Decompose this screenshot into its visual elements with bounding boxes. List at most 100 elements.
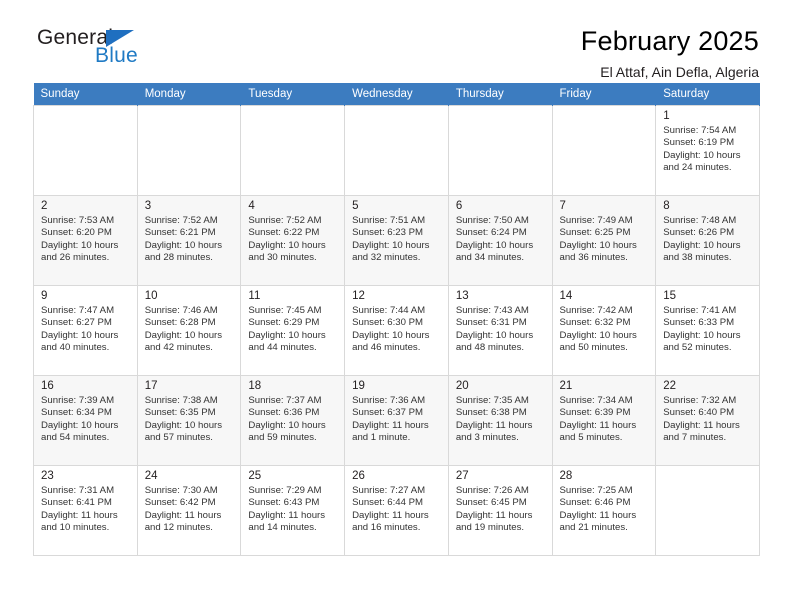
daylight-text-line2: and 32 minutes. <box>352 252 421 264</box>
day-cell[interactable]: 12 Sunrise: 7:44 AM Sunset: 6:30 PM Dayl… <box>344 285 449 376</box>
day-cell[interactable]: 28 Sunrise: 7:25 AM Sunset: 6:46 PM Dayl… <box>551 465 657 556</box>
day-number: 19 <box>352 380 365 392</box>
daylight-text-line2: and 14 minutes. <box>248 522 317 534</box>
sunrise-text: Sunrise: 7:47 AM <box>41 305 115 316</box>
day-number: 6 <box>455 200 463 212</box>
location-subtitle: El Attaf, Ain Defla, Algeria <box>600 64 759 80</box>
day-cell[interactable]: 18 Sunrise: 7:37 AM Sunset: 6:36 PM Dayl… <box>240 375 346 466</box>
daylight-text-line1: Daylight: 11 hours <box>352 419 429 431</box>
daylight-text-line2: and 28 minutes. <box>144 252 213 264</box>
day-cell[interactable]: 27 Sunrise: 7:26 AM Sunset: 6:45 PM Dayl… <box>447 465 553 556</box>
sunrise-text: Sunrise: 7:49 AM <box>559 215 633 226</box>
calendar-page: General Blue February 2025 El Attaf, Ain… <box>0 0 792 612</box>
day-number: 12 <box>352 290 365 302</box>
day-details: Sunrise: 7:25 AM Sunset: 6:46 PM Dayligh… <box>560 485 650 535</box>
day-cell[interactable]: 23 Sunrise: 7:31 AM Sunset: 6:41 PM Dayl… <box>33 465 138 556</box>
sunrise-text: Sunrise: 7:45 AM <box>248 305 322 316</box>
day-cell[interactable]: 22 Sunrise: 7:32 AM Sunset: 6:40 PM Dayl… <box>655 375 760 466</box>
sunset-text: Sunset: 6:19 PM <box>663 137 735 149</box>
daylight-text-line1: Daylight: 10 hours <box>352 239 430 251</box>
day-cell[interactable]: 2 Sunrise: 7:53 AM Sunset: 6:20 PM Dayli… <box>33 195 138 286</box>
sunrise-text: Sunrise: 7:37 AM <box>248 395 322 406</box>
day-cell[interactable]: 1 Sunrise: 7:54 AM Sunset: 6:19 PM Dayli… <box>655 105 760 196</box>
daylight-text-line2: and 57 minutes. <box>144 432 213 444</box>
day-number: 10 <box>144 290 158 302</box>
day-cell[interactable]: 6 Sunrise: 7:50 AM Sunset: 6:24 PM Dayli… <box>447 195 553 286</box>
day-cell[interactable]: 4 Sunrise: 7:52 AM Sunset: 6:22 PM Dayli… <box>240 195 346 286</box>
sunrise-text: Sunrise: 7:39 AM <box>41 395 115 406</box>
calendar-week-row: 16 Sunrise: 7:39 AM Sunset: 6:34 PM Dayl… <box>33 375 760 466</box>
day-cell[interactable]: 17 Sunrise: 7:38 AM Sunset: 6:35 PM Dayl… <box>136 375 242 466</box>
day-details: Sunrise: 7:54 AM Sunset: 6:19 PM Dayligh… <box>663 125 753 175</box>
day-cell[interactable]: 13 Sunrise: 7:43 AM Sunset: 6:31 PM Dayl… <box>447 285 553 376</box>
sunset-text: Sunset: 6:36 PM <box>248 407 320 419</box>
sunrise-text: Sunrise: 7:44 AM <box>352 305 426 316</box>
day-number: 5 <box>352 200 359 212</box>
day-number: 28 <box>559 470 573 482</box>
day-number: 15 <box>663 290 677 302</box>
day-cell[interactable]: 14 Sunrise: 7:42 AM Sunset: 6:32 PM Dayl… <box>551 285 657 376</box>
sunrise-text: Sunrise: 7:30 AM <box>144 485 218 496</box>
weekday-header-tuesday: Tuesday <box>240 83 346 106</box>
day-number: 13 <box>455 290 469 302</box>
sunset-text: Sunset: 6:32 PM <box>559 317 631 329</box>
sunrise-text: Sunrise: 7:38 AM <box>144 395 218 406</box>
day-cell-empty <box>447 105 553 196</box>
logo-general-blue[interactable]: General Blue <box>33 26 173 74</box>
day-cell-empty <box>551 105 657 196</box>
daylight-text-line1: Daylight: 10 hours <box>559 329 637 341</box>
sunset-text: Sunset: 6:37 PM <box>352 407 424 419</box>
sunset-text: Sunset: 6:44 PM <box>352 497 424 509</box>
page-title: February 2025 <box>580 26 759 56</box>
day-number: 4 <box>248 200 255 212</box>
day-cell[interactable]: 11 Sunrise: 7:45 AM Sunset: 6:29 PM Dayl… <box>240 285 346 376</box>
day-number: 21 <box>559 380 573 392</box>
day-cell[interactable]: 26 Sunrise: 7:27 AM Sunset: 6:44 PM Dayl… <box>344 465 449 556</box>
day-details: Sunrise: 7:38 AM Sunset: 6:35 PM Dayligh… <box>145 395 235 445</box>
day-cell-empty <box>344 105 449 196</box>
day-cell[interactable]: 19 Sunrise: 7:36 AM Sunset: 6:37 PM Dayl… <box>344 375 449 466</box>
sunrise-text: Sunrise: 7:42 AM <box>559 305 633 316</box>
day-cell[interactable]: 21 Sunrise: 7:34 AM Sunset: 6:39 PM Dayl… <box>551 375 657 466</box>
day-cell[interactable]: 5 Sunrise: 7:51 AM Sunset: 6:23 PM Dayli… <box>344 195 449 286</box>
daylight-text-line1: Daylight: 11 hours <box>144 509 222 521</box>
daylight-text-line2: and 54 minutes. <box>41 432 110 444</box>
daylight-text-line1: Daylight: 11 hours <box>455 509 533 521</box>
weekday-header-monday: Monday <box>137 83 242 106</box>
sunrise-text: Sunrise: 7:52 AM <box>144 215 218 226</box>
daylight-text-line1: Daylight: 10 hours <box>41 239 119 251</box>
sunrise-text: Sunrise: 7:32 AM <box>663 395 737 406</box>
day-details: Sunrise: 7:39 AM Sunset: 6:34 PM Dayligh… <box>41 395 131 445</box>
day-number: 17 <box>144 380 158 392</box>
day-cell[interactable]: 25 Sunrise: 7:29 AM Sunset: 6:43 PM Dayl… <box>240 465 346 556</box>
sunset-text: Sunset: 6:34 PM <box>41 407 112 419</box>
sunrise-text: Sunrise: 7:34 AM <box>559 395 633 406</box>
day-number: 14 <box>559 290 573 302</box>
day-number: 20 <box>455 380 469 392</box>
sunset-text: Sunset: 6:45 PM <box>455 497 527 509</box>
day-cell[interactable]: 20 Sunrise: 7:35 AM Sunset: 6:38 PM Dayl… <box>447 375 553 466</box>
day-number: 23 <box>41 470 54 482</box>
day-details: Sunrise: 7:29 AM Sunset: 6:43 PM Dayligh… <box>248 485 338 535</box>
day-cell[interactable]: 9 Sunrise: 7:47 AM Sunset: 6:27 PM Dayli… <box>33 285 138 376</box>
daylight-text-line1: Daylight: 10 hours <box>663 149 741 161</box>
day-cell[interactable]: 10 Sunrise: 7:46 AM Sunset: 6:28 PM Dayl… <box>136 285 242 376</box>
daylight-text-line2: and 50 minutes. <box>559 342 628 354</box>
sunrise-text: Sunrise: 7:35 AM <box>455 395 529 406</box>
sunrise-text: Sunrise: 7:26 AM <box>455 485 529 496</box>
day-number: 9 <box>41 290 48 302</box>
day-details: Sunrise: 7:34 AM Sunset: 6:39 PM Dayligh… <box>560 395 650 445</box>
daylight-text-line1: Daylight: 11 hours <box>559 509 637 521</box>
day-cell[interactable]: 16 Sunrise: 7:39 AM Sunset: 6:34 PM Dayl… <box>33 375 138 466</box>
day-cell[interactable]: 3 Sunrise: 7:52 AM Sunset: 6:21 PM Dayli… <box>136 195 242 286</box>
day-cell[interactable]: 7 Sunrise: 7:49 AM Sunset: 6:25 PM Dayli… <box>551 195 657 286</box>
day-details: Sunrise: 7:30 AM Sunset: 6:42 PM Dayligh… <box>145 485 235 535</box>
day-cell[interactable]: 15 Sunrise: 7:41 AM Sunset: 6:33 PM Dayl… <box>655 285 760 376</box>
day-cell[interactable]: 24 Sunrise: 7:30 AM Sunset: 6:42 PM Dayl… <box>136 465 242 556</box>
sunset-text: Sunset: 6:24 PM <box>455 227 527 239</box>
weekday-header-wednesday: Wednesday <box>344 83 449 106</box>
sunrise-text: Sunrise: 7:29 AM <box>248 485 322 496</box>
daylight-text-line2: and 42 minutes. <box>144 342 213 354</box>
day-cell[interactable]: 8 Sunrise: 7:48 AM Sunset: 6:26 PM Dayli… <box>655 195 760 286</box>
daylight-text-line1: Daylight: 10 hours <box>455 329 534 341</box>
